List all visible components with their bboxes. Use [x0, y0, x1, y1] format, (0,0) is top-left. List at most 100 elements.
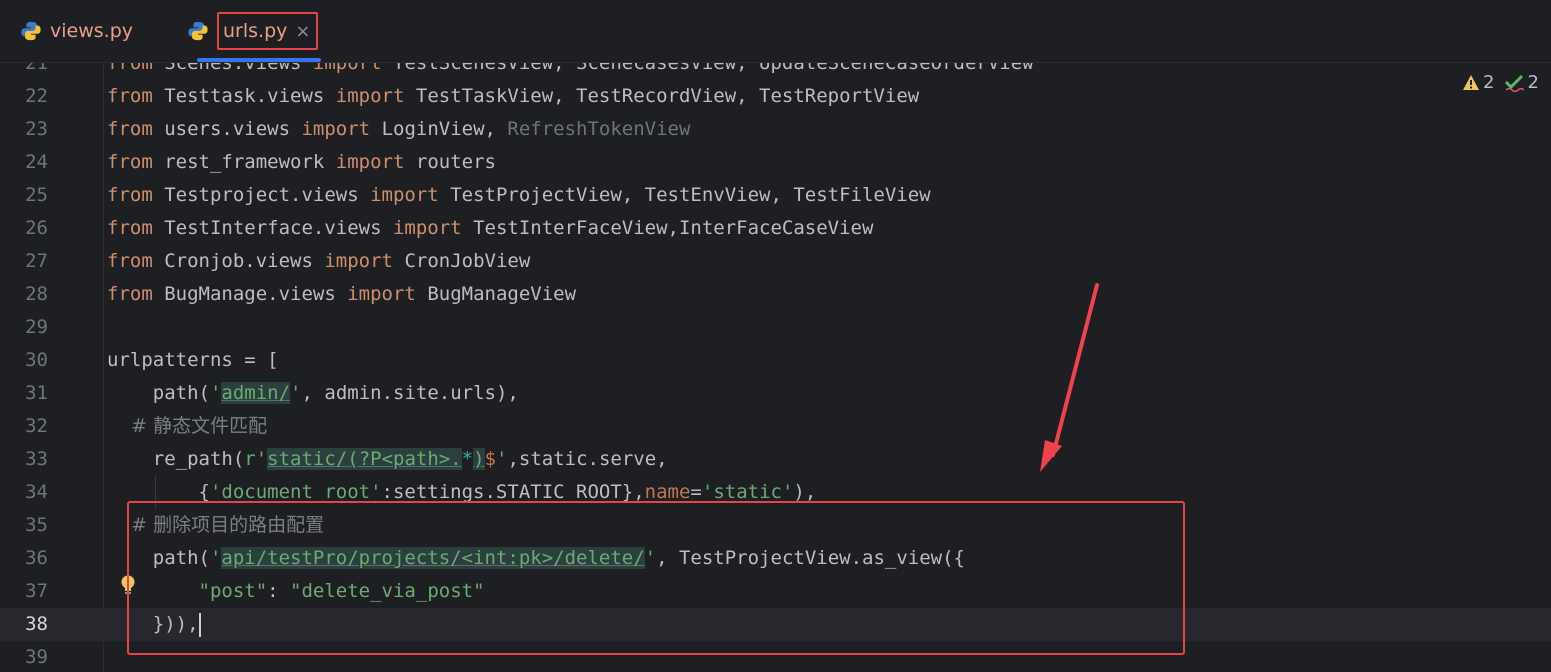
- code-line[interactable]: 36 path('api/testPro/projects/<int:pk>/d…: [0, 542, 1551, 575]
- code-token: from: [107, 151, 153, 173]
- code-line[interactable]: 35 # 删除项目的路由配置: [0, 509, 1551, 542]
- code-line[interactable]: 28 from BugManage.views import BugManageV…: [0, 278, 1551, 311]
- code-line[interactable]: 32 # 静态文件匹配: [0, 410, 1551, 443]
- code-token: ): [473, 448, 485, 470]
- close-icon[interactable]: ×: [295, 21, 310, 42]
- code-line[interactable]: 25 from Testproject.views import TestProj…: [0, 179, 1551, 212]
- tab-views-py[interactable]: views.py: [20, 0, 133, 62]
- code-token: 'static': [701, 481, 794, 503]
- line-number: 23: [25, 118, 48, 140]
- code-token: BugManageView: [415, 283, 577, 305]
- code-token: {: [107, 481, 210, 503]
- tab-urls-py[interactable]: urls.py ×: [187, 0, 319, 62]
- tab-label-highlight: urls.py ×: [217, 12, 319, 50]
- code-token: TestInterFaceView,InterFaceCaseView: [461, 217, 874, 239]
- code-token: , TestProjectView.as_view({: [656, 547, 965, 569]
- lightbulb-icon[interactable]: [119, 574, 137, 596]
- code-token: static/: [267, 448, 348, 470]
- code-line[interactable]: 27 from Cronjob.views import CronJobView: [0, 245, 1551, 278]
- line-number: 28: [25, 283, 48, 305]
- code-line[interactable]: 26 from TestInterface.views import TestIn…: [0, 212, 1551, 245]
- code-token: from: [107, 184, 153, 206]
- line-number: 39: [25, 646, 48, 668]
- code-text: from Testproject.views import TestProjec…: [107, 179, 931, 212]
- code-line[interactable]: 34 {'document_root':settings.STATIC_ROOT…: [0, 476, 1551, 509]
- code-line[interactable]: 37 "post": "delete_via_post": [0, 575, 1551, 608]
- code-token: Testproject.views: [152, 184, 371, 206]
- code-line[interactable]: 38 })),: [0, 608, 1551, 641]
- code-token: from: [107, 118, 153, 140]
- code-line[interactable]: 22 from Testtask.views import TestTaskVie…: [0, 80, 1551, 113]
- code-token: TestScenesView, ScenecasesView, UpdateSc…: [381, 63, 1034, 74]
- code-token: RefreshTokenView: [507, 118, 691, 140]
- code-token: :settings.STATIC_ROOT},: [381, 481, 645, 503]
- line-number: 32: [25, 415, 48, 437]
- code-token: =: [690, 481, 702, 503]
- code-token: $: [484, 448, 496, 470]
- line-number: 36: [25, 547, 48, 569]
- code-text: # 删除项目的路由配置: [107, 509, 324, 542]
- code-line[interactable]: 33 re_path(r'static/(?P<path>.*)$',stati…: [0, 443, 1551, 476]
- warning-count: 2: [1483, 72, 1495, 93]
- code-token: (?P<path>.: [347, 448, 462, 470]
- active-tab-indicator: [197, 58, 321, 62]
- code-token: ': [209, 382, 222, 404]
- code-text: from Scenes.views import TestScenesView,…: [107, 63, 1034, 80]
- code-text: })),: [107, 608, 201, 641]
- line-number: 24: [25, 151, 48, 173]
- code-token: re_path(: [107, 448, 245, 470]
- line-number: 21: [25, 63, 48, 74]
- tab-label: urls.py: [223, 20, 288, 42]
- code-line[interactable]: 39: [0, 641, 1551, 672]
- code-line[interactable]: 24 from rest_framework import routers: [0, 146, 1551, 179]
- code-token: # 删除项目的路由配置: [107, 514, 325, 536]
- code-token: users.views: [152, 118, 302, 140]
- code-token: "post": [198, 580, 268, 602]
- line-number: 34: [25, 481, 48, 503]
- code-token: import: [335, 151, 405, 173]
- code-token: rest_framework: [152, 151, 336, 173]
- code-token: routers: [404, 151, 496, 173]
- code-text: from BugManage.views import BugManageVie…: [107, 278, 576, 311]
- code-token: import: [370, 184, 439, 206]
- code-line[interactable]: 30 urlpatterns = [: [0, 344, 1551, 377]
- code-token: })),: [107, 613, 199, 635]
- code-text: from rest_framework import routers: [107, 146, 496, 179]
- code-text: urlpatterns = [: [107, 344, 279, 377]
- code-token: api/testPro/projects/<int:pk>/delete/: [221, 547, 645, 569]
- code-token: from: [107, 217, 153, 239]
- line-number: 31: [25, 382, 48, 404]
- code-text: from Testtask.views import TestTaskView,…: [107, 80, 919, 113]
- line-number: 29: [25, 316, 48, 338]
- code-token: from: [107, 250, 153, 272]
- code-token: Scenes.views: [152, 63, 313, 74]
- code-token: from: [107, 283, 153, 305]
- code-line[interactable]: 31 path('admin/', admin.site.urls),: [0, 377, 1551, 410]
- code-text: path('admin/', admin.site.urls),: [107, 377, 519, 410]
- code-text: from users.views import LoginView, Refre…: [107, 113, 690, 146]
- code-token: # 静态文件匹配: [107, 415, 268, 437]
- tab-label: views.py: [50, 20, 133, 42]
- code-token: ': [496, 448, 508, 470]
- code-token: path(: [107, 547, 210, 569]
- inspection-widget[interactable]: 2 2: [1462, 72, 1539, 93]
- code-token: import: [392, 217, 462, 239]
- code-text: # 静态文件匹配: [107, 410, 267, 443]
- code-line[interactable]: 29: [0, 311, 1551, 344]
- text-caret: [198, 612, 201, 637]
- code-token: :: [267, 580, 291, 602]
- code-token: import: [335, 85, 405, 107]
- line-number: 22: [25, 85, 48, 107]
- code-token: from: [107, 63, 153, 74]
- code-line[interactable]: 23 from users.views import LoginView, Ref…: [0, 113, 1551, 146]
- line-number: 30: [25, 349, 48, 371]
- check-icon: [1505, 74, 1525, 92]
- code-editor[interactable]: 21 from Scenes.views import TestScenesVie…: [0, 63, 1551, 672]
- code-line[interactable]: 21 from Scenes.views import TestScenesVie…: [0, 63, 1551, 80]
- indent-guide: [155, 476, 156, 509]
- warning-icon: [1463, 74, 1479, 90]
- code-token: Cronjob.views: [152, 250, 325, 272]
- code-token: , admin.site.urls),: [301, 382, 519, 404]
- code-text: from Cronjob.views import CronJobView: [107, 245, 530, 278]
- code-token: import: [347, 283, 416, 305]
